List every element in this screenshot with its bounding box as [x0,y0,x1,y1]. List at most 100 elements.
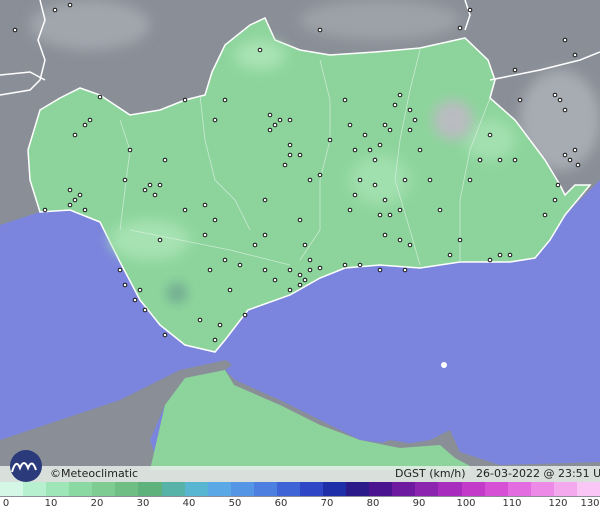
station-marker[interactable] [287,142,293,148]
station-marker[interactable] [202,232,208,238]
station-marker[interactable] [382,122,388,128]
station-marker[interactable] [142,187,148,193]
station-marker[interactable] [212,117,218,123]
station-marker[interactable] [402,267,408,273]
station-marker[interactable] [142,307,148,313]
station-marker[interactable] [182,97,188,103]
station-marker[interactable] [372,157,378,163]
station-marker[interactable] [217,322,223,328]
station-marker[interactable] [97,94,103,100]
station-marker[interactable] [327,137,333,143]
station-marker[interactable] [387,127,393,133]
station-marker[interactable] [267,112,273,118]
station-marker[interactable] [267,127,273,133]
station-marker[interactable] [347,122,353,128]
station-marker[interactable] [552,197,558,203]
station-marker[interactable] [122,282,128,288]
station-marker[interactable] [497,157,503,163]
station-marker[interactable] [137,287,143,293]
station-marker[interactable] [397,237,403,243]
station-marker[interactable] [77,192,83,198]
station-marker[interactable] [357,177,363,183]
station-marker[interactable] [307,257,313,263]
station-marker[interactable] [262,232,268,238]
station-marker[interactable] [512,157,518,163]
station-marker[interactable] [517,97,523,103]
station-marker[interactable] [377,142,383,148]
station-marker[interactable] [162,157,168,163]
station-marker[interactable] [407,127,413,133]
station-marker[interactable] [67,2,73,8]
station-marker[interactable] [52,7,58,13]
station-marker[interactable] [262,267,268,273]
station-marker[interactable] [377,212,383,218]
station-marker[interactable] [552,92,558,98]
station-marker[interactable] [317,27,323,33]
station-marker[interactable] [287,117,293,123]
station-marker[interactable] [487,257,493,263]
station-marker[interactable] [152,192,158,198]
station-marker[interactable] [287,287,293,293]
station-marker[interactable] [212,217,218,223]
station-marker[interactable] [317,172,323,178]
station-marker[interactable] [575,162,581,168]
station-marker[interactable] [457,25,463,31]
station-marker[interactable] [357,262,363,268]
station-marker[interactable] [347,207,353,213]
station-marker[interactable] [555,182,561,188]
station-marker[interactable] [377,267,383,273]
station-marker[interactable] [467,177,473,183]
station-marker[interactable] [342,97,348,103]
station-marker[interactable] [262,197,268,203]
station-marker[interactable] [407,242,413,248]
station-marker[interactable] [487,132,493,138]
station-marker[interactable] [467,7,473,13]
station-marker[interactable] [417,147,423,153]
station-marker[interactable] [162,332,168,338]
station-marker[interactable] [507,252,513,258]
station-marker[interactable] [227,287,233,293]
station-marker[interactable] [512,67,518,73]
station-marker[interactable] [572,52,578,58]
station-marker[interactable] [367,147,373,153]
station-marker[interactable] [307,177,313,183]
station-marker[interactable] [572,147,578,153]
station-marker[interactable] [257,47,263,53]
station-marker[interactable] [562,107,568,113]
station-marker[interactable] [342,262,348,268]
station-marker[interactable] [287,267,293,273]
station-marker[interactable] [567,157,573,163]
station-marker[interactable] [272,277,278,283]
station-marker[interactable] [272,122,278,128]
station-marker[interactable] [557,97,563,103]
station-marker[interactable] [212,337,218,343]
station-marker[interactable] [122,177,128,183]
station-marker[interactable] [242,312,248,318]
station-marker[interactable] [12,27,18,33]
station-marker[interactable] [542,212,548,218]
station-marker[interactable] [252,242,258,248]
station-marker[interactable] [117,267,123,273]
station-marker[interactable] [307,267,313,273]
station-marker[interactable] [67,187,73,193]
station-marker[interactable] [157,182,163,188]
station-marker[interactable] [437,207,443,213]
station-marker[interactable] [457,237,463,243]
station-marker[interactable] [382,197,388,203]
station-marker[interactable] [407,107,413,113]
station-marker[interactable] [297,217,303,223]
station-marker[interactable] [72,197,78,203]
station-marker[interactable] [477,157,483,163]
station-marker[interactable] [297,282,303,288]
station-marker[interactable] [302,242,308,248]
station-marker[interactable] [182,207,188,213]
station-marker[interactable] [237,262,243,268]
station-marker[interactable] [282,162,288,168]
station-marker[interactable] [277,117,283,123]
station-marker[interactable] [222,97,228,103]
station-marker[interactable] [82,207,88,213]
station-marker[interactable] [562,37,568,43]
station-marker[interactable] [287,152,293,158]
station-marker[interactable] [362,132,368,138]
station-marker[interactable] [82,122,88,128]
